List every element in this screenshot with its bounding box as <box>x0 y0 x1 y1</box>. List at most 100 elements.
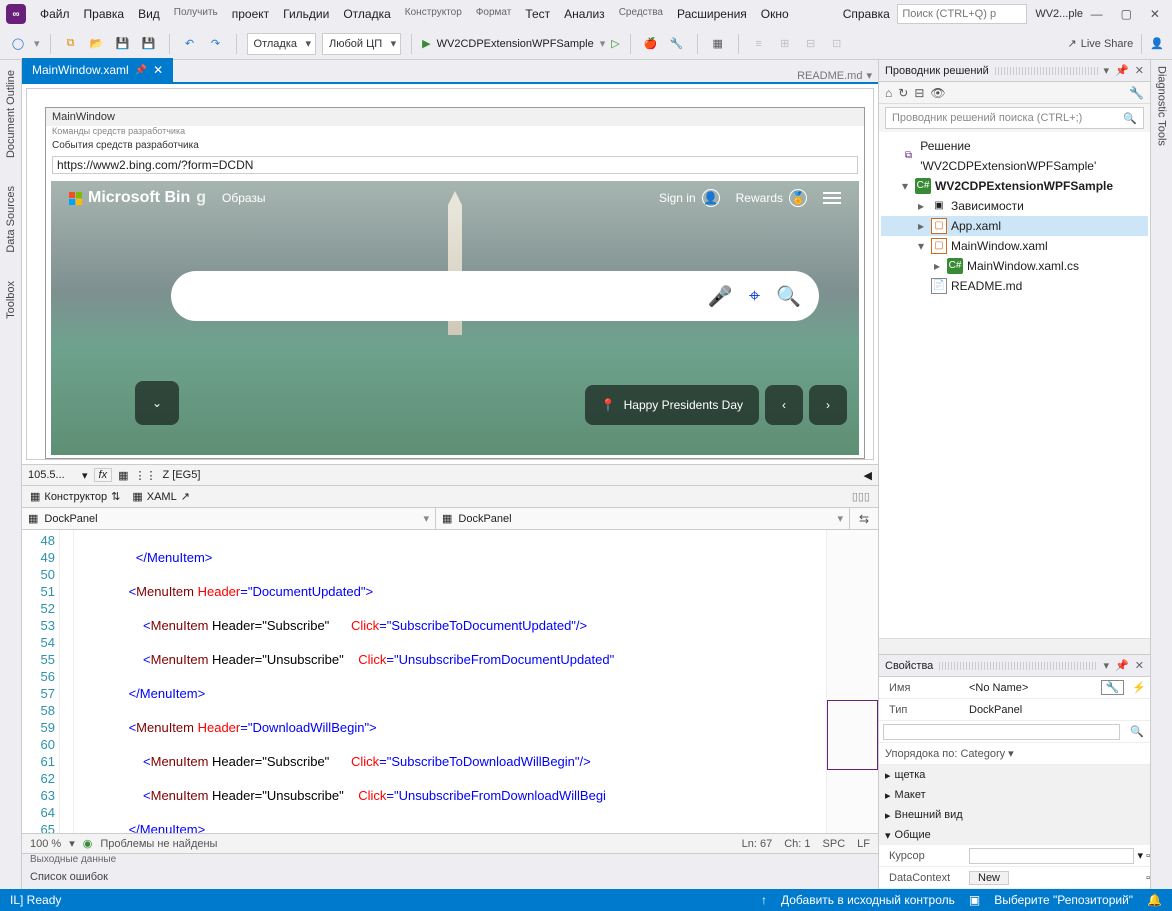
config-combo[interactable]: Отладка <box>247 33 316 55</box>
menu-format[interactable]: Формат <box>470 5 518 23</box>
align-icon-1[interactable]: ≡ <box>749 34 769 54</box>
cat-appearance[interactable]: ▸Внешний вид <box>879 805 1150 825</box>
cursor-combo[interactable] <box>969 848 1134 864</box>
breadcrumb-a[interactable]: ▦ DockPanel <box>22 508 436 529</box>
open-icon[interactable]: 📂 <box>87 34 107 54</box>
liveshare-icon[interactable]: ↗ <box>1067 37 1076 50</box>
tab-data-sources[interactable]: Data Sources <box>3 182 19 257</box>
maximize-icon[interactable]: ▢ <box>1121 7 1132 21</box>
align-icon-2[interactable]: ⊞ <box>775 34 795 54</box>
pin-icon[interactable]: 📌 <box>1115 64 1129 77</box>
code-text[interactable]: </MenuItem> <MenuItem Header="DocumentUp… <box>74 530 826 833</box>
collapse-icon[interactable]: ⊟ <box>914 86 924 100</box>
grid-icon[interactable]: ▦ <box>118 469 128 482</box>
home-icon[interactable]: ⌂ <box>885 86 892 100</box>
redo-icon[interactable]: ↷ <box>206 34 226 54</box>
rewards-label[interactable]: Rewards <box>736 191 783 205</box>
code-editor[interactable]: 4849505152535455565758596061626364656667… <box>22 530 878 833</box>
minimap[interactable] <box>826 530 878 833</box>
menu-edit[interactable]: Правка <box>78 5 131 23</box>
errorlist-strip[interactable]: Список ошибок <box>22 871 878 889</box>
lf-label[interactable]: LF <box>857 838 870 850</box>
menu-tools[interactable]: Средства <box>613 5 669 23</box>
close-icon[interactable]: ✕ <box>1150 7 1160 21</box>
bell-icon[interactable]: 🔔 <box>1147 893 1162 907</box>
tool-icon-3[interactable]: ▦ <box>708 34 728 54</box>
sync-icon[interactable]: ↻ <box>898 86 908 100</box>
menu-file[interactable]: Файл <box>34 5 76 23</box>
preview-urlbar[interactable]: https://www2.bing.com/?form=DCDN <box>52 156 858 174</box>
mic-icon[interactable]: 🎤 <box>708 284 733 309</box>
saveall-icon[interactable]: 💾 <box>139 34 159 54</box>
save-icon[interactable]: 💾 <box>113 34 133 54</box>
viewtab-xaml[interactable]: ▦ XAML ↗ <box>132 490 190 503</box>
dropdown-icon[interactable]: ▾ <box>1104 659 1110 672</box>
menu-window[interactable]: Окно <box>755 5 795 23</box>
output-strip[interactable]: Выходные данные <box>22 853 878 871</box>
viewtab-designer[interactable]: ▦ Конструктор ⇅ <box>30 490 120 503</box>
signin-label[interactable]: Sign in <box>659 191 696 205</box>
bing-searchbar[interactable]: 🎤 ⌖ 🔍 <box>171 271 819 321</box>
prev-icon[interactable]: ‹ <box>765 385 803 425</box>
solution-hscroll[interactable] <box>879 638 1150 654</box>
title-search[interactable]: Поиск (CTRL+Q) р <box>897 4 1027 24</box>
menu-view[interactable]: Вид <box>132 5 166 23</box>
prop-search[interactable] <box>883 724 1120 740</box>
spc-label[interactable]: SPC <box>823 838 846 850</box>
new-button[interactable]: New <box>969 871 1009 885</box>
liveshare-label[interactable]: Live Share <box>1081 38 1134 50</box>
rewards-icon[interactable]: 🏅 <box>789 189 807 207</box>
breadcrumb-b[interactable]: ▦ DockPanel <box>436 508 850 529</box>
split-icon[interactable]: ⇆ <box>850 508 878 529</box>
pin-icon[interactable]: 📌 <box>1115 659 1129 672</box>
xaml-designer[interactable]: MainWindow Команды средств разработчика … <box>26 88 874 460</box>
hamburger-icon[interactable] <box>823 192 841 204</box>
menu-analyze[interactable]: Анализ <box>558 5 611 23</box>
start-nodebug-icon[interactable]: ▷ <box>611 37 619 50</box>
tab-diagnostics[interactable]: Diagnostic Tools <box>1156 66 1168 146</box>
solution-tree[interactable]: ⧉Решение 'WV2CDPExtensionWPFSample' ▾C#W… <box>879 132 1150 638</box>
tree-mainwindow[interactable]: MainWindow.xaml <box>951 236 1048 256</box>
undo-icon[interactable]: ↶ <box>180 34 200 54</box>
lens-icon[interactable]: ⌖ <box>749 285 760 308</box>
new-project-icon[interactable]: ⧉ <box>61 34 81 54</box>
events-icon[interactable]: ⚡ <box>1128 681 1150 694</box>
zoom-combo[interactable]: 105.5... <box>28 469 76 481</box>
tab-close-icon[interactable]: ✕ <box>153 63 163 77</box>
select-repo[interactable]: Выберите "Репозиторий" <box>994 893 1133 907</box>
back-icon[interactable]: ◯ <box>8 34 28 54</box>
tree-project[interactable]: WV2CDPExtensionWPFSample <box>935 176 1113 196</box>
cat-common[interactable]: ▾Общие <box>879 825 1150 845</box>
platform-combo[interactable]: Любой ЦП <box>322 33 401 55</box>
tab-mainwindow[interactable]: MainWindow.xaml 📌 ✕ <box>22 58 173 82</box>
menu-debug[interactable]: Отладка <box>337 5 396 23</box>
tool-icon-1[interactable]: 🍎 <box>641 34 661 54</box>
align-icon-4[interactable]: ⊡ <box>827 34 847 54</box>
solution-root[interactable]: Решение 'WV2CDPExtensionWPFSample' <box>920 136 1144 176</box>
prop-name-val[interactable]: <No Name> <box>969 682 1101 694</box>
search-icon[interactable]: 🔍 <box>1124 725 1150 738</box>
wrench-icon[interactable]: 🔧 <box>1101 680 1125 695</box>
menu-git[interactable]: Получить <box>168 5 224 23</box>
next-icon[interactable]: › <box>809 385 847 425</box>
close-icon[interactable]: ✕ <box>1135 659 1144 672</box>
dropdown-icon[interactable]: ▾ <box>1104 64 1110 77</box>
tree-deps[interactable]: Зависимости <box>951 196 1024 216</box>
minimize-icon[interactable]: — <box>1091 7 1103 21</box>
account-icon[interactable]: 👤 <box>1150 37 1164 50</box>
tab-doc-outline[interactable]: Document Outline <box>3 66 19 162</box>
cat-brush[interactable]: ▸щетка <box>879 765 1150 785</box>
menu-test[interactable]: Тест <box>519 5 556 23</box>
menu-guilds[interactable]: Гильдии <box>277 5 335 23</box>
menu-constructor[interactable]: Конструктор <box>399 5 468 23</box>
sort-label[interactable]: Упорядока по: Category <box>885 748 1005 760</box>
menu-help[interactable]: Справка <box>837 5 896 23</box>
pin-icon[interactable]: 📌 <box>135 65 147 76</box>
tree-readme[interactable]: README.md <box>951 276 1022 296</box>
solution-search[interactable]: Проводник решений поиска (CTRL+;)🔍 <box>885 107 1144 129</box>
close-icon[interactable]: ✕ <box>1135 64 1144 77</box>
tab-readme[interactable]: README.md <box>797 70 862 82</box>
expand-icon[interactable]: ⌄ <box>135 381 179 425</box>
menu-extensions[interactable]: Расширения <box>671 5 753 23</box>
tab-toolbox[interactable]: Toolbox <box>3 277 19 323</box>
